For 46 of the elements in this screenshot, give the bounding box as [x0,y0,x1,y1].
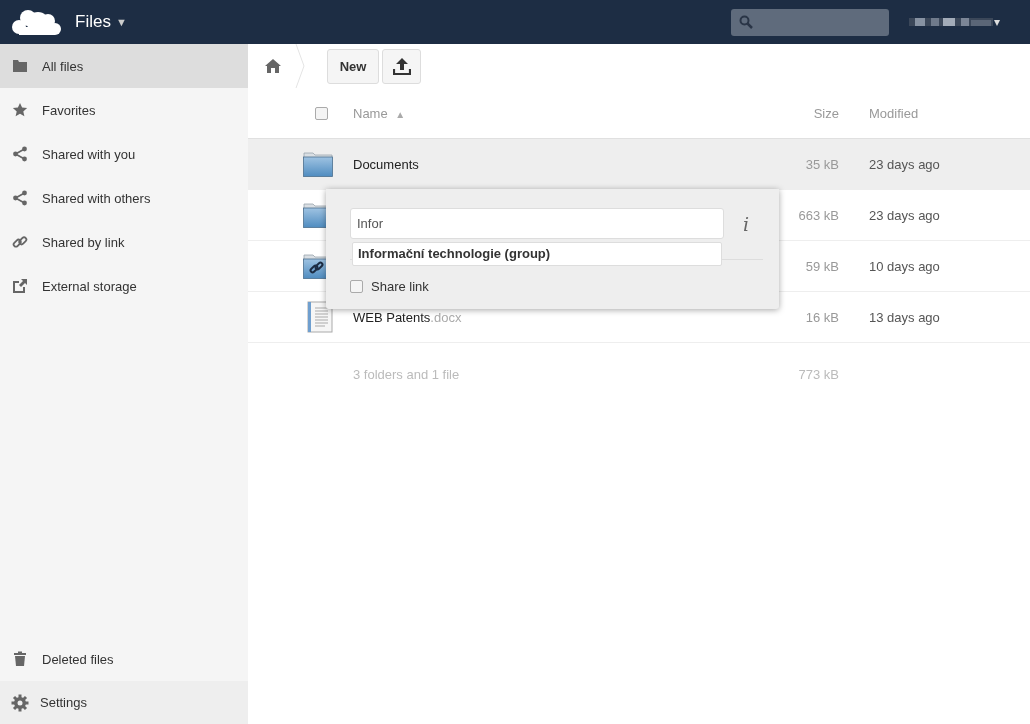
upload-button[interactable] [382,48,421,84]
info-icon[interactable]: i [743,212,750,235]
file-name[interactable]: WEB Patents.docx [353,309,462,325]
modified-date: 23 days ago [869,207,940,223]
file-name[interactable]: Documents [353,156,419,172]
select-all-checkbox[interactable] [315,106,328,120]
sidebar-item[interactable]: Shared with you [0,132,248,176]
external-icon [12,278,28,294]
breadcrumb-separator-icon [295,44,305,88]
file-row[interactable]: Documents 35 kB 23 days ago [248,139,1030,190]
modified-date: 13 days ago [869,309,940,325]
sidebar-item[interactable]: All files [0,44,248,88]
app-menu[interactable]: Files ▼ [75,12,127,32]
share-with-field[interactable]: Infor [350,208,724,239]
total-size: 773 kB [798,366,839,382]
summary-text: 3 folders and 1 file [353,366,460,382]
sidebar-item[interactable]: Shared by link [0,220,248,264]
user-menu[interactable]: ▾ [909,15,1000,29]
autocomplete-suggestion[interactable]: Informační technologie (group) [352,242,722,266]
file-size: 663 kB [798,207,839,223]
modified-date: 10 days ago [869,258,940,274]
folder-icon [12,58,28,74]
share-link-checkbox[interactable] [350,280,363,293]
share-icon [12,190,28,206]
search-icon [739,15,753,29]
search-field[interactable] [731,8,889,36]
new-button[interactable]: New [327,48,379,84]
folder-icon [303,151,333,177]
file-size: 35 kB [805,156,839,172]
star-icon [12,102,28,118]
link-icon [12,234,28,250]
upload-icon [392,57,411,75]
file-size: 59 kB [805,258,839,274]
sidebar-item[interactable]: External storage [0,264,248,308]
settings-icon [11,693,29,712]
sidebar-item[interactable]: Shared with others [0,176,248,220]
settings-button[interactable]: Settings [0,681,248,724]
file-size: 16 kB [805,309,839,325]
home-icon[interactable] [265,59,281,73]
share-link-label[interactable]: Share link [371,279,429,294]
modified-date: 23 days ago [869,156,940,172]
share-icon [12,146,28,162]
cloud-logo-icon[interactable] [10,7,62,37]
trash-icon [12,651,28,667]
sidebar-item[interactable]: Favorites [0,88,248,132]
sidebar-item[interactable]: Deleted files [0,637,248,681]
